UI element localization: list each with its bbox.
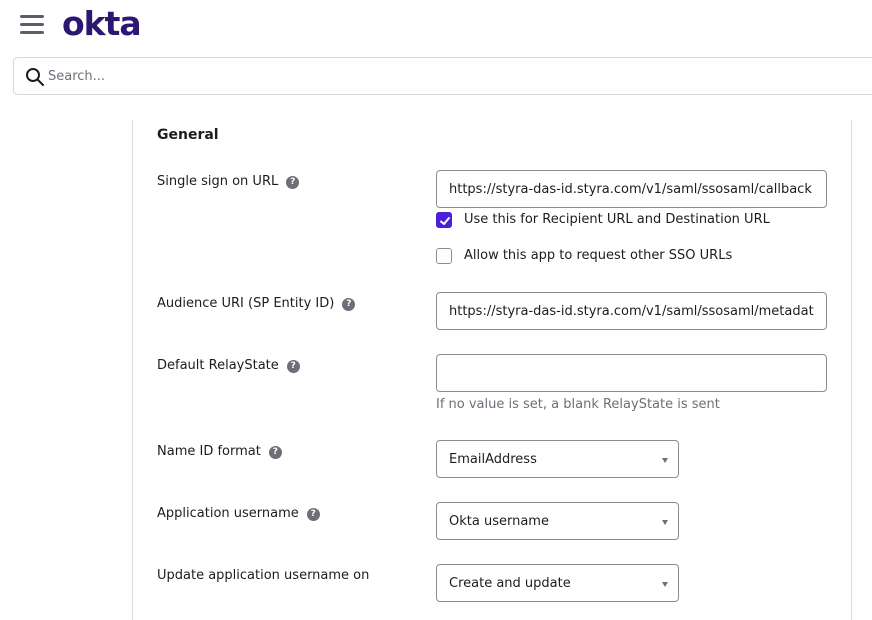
- hamburger-menu-icon[interactable]: [20, 15, 44, 35]
- chevron-down-icon: [662, 582, 668, 587]
- search-icon: [26, 68, 44, 86]
- recipient-url-checkbox[interactable]: [436, 212, 452, 228]
- relay-state-input[interactable]: [436, 354, 827, 392]
- sso-url-input[interactable]: [436, 170, 827, 208]
- allow-other-sso-checkbox-row[interactable]: Allow this app to request other SSO URLs: [436, 248, 746, 266]
- recipient-url-checkbox-row[interactable]: Use this for Recipient URL and Destinati…: [436, 212, 776, 230]
- chevron-down-icon: [662, 458, 668, 463]
- allow-other-sso-checkbox-label: Allow this app to request other SSO URLs: [464, 248, 733, 263]
- relay-state-hint: If no value is set, a blank RelayState i…: [436, 397, 720, 412]
- checkmark-icon: [440, 217, 450, 225]
- okta-logo[interactable]: okta: [62, 4, 142, 43]
- top-bar: okta: [0, 0, 872, 56]
- app-username-label: Application username?: [157, 506, 320, 521]
- search-input[interactable]: [48, 66, 648, 86]
- app-username-select[interactable]: Okta username: [436, 502, 679, 540]
- audience-uri-label: Audience URI (SP Entity ID)?: [157, 296, 356, 311]
- help-icon[interactable]: ?: [306, 508, 320, 521]
- help-icon[interactable]: ?: [268, 446, 282, 459]
- update-username-label: Update application username on: [157, 568, 370, 583]
- help-icon[interactable]: ?: [342, 298, 356, 311]
- name-id-format-select[interactable]: EmailAddress: [436, 440, 679, 478]
- recipient-url-checkbox-label: Use this for Recipient URL and Destinati…: [464, 212, 770, 227]
- section-title: General: [157, 127, 219, 143]
- name-id-format-label: Name ID format?: [157, 444, 282, 459]
- sso-url-label: Single sign on URL?: [157, 174, 300, 189]
- update-username-select[interactable]: Create and update: [436, 564, 679, 602]
- allow-other-sso-checkbox[interactable]: [436, 248, 452, 264]
- relay-state-label: Default RelayState?: [157, 358, 300, 373]
- update-username-value: Create and update: [449, 576, 571, 591]
- help-icon[interactable]: ?: [286, 360, 300, 373]
- search-bar[interactable]: [13, 57, 872, 95]
- help-icon[interactable]: ?: [286, 176, 300, 189]
- name-id-format-value: EmailAddress: [449, 452, 537, 467]
- chevron-down-icon: [662, 520, 668, 525]
- audience-uri-input[interactable]: [436, 292, 827, 330]
- app-username-value: Okta username: [449, 514, 549, 529]
